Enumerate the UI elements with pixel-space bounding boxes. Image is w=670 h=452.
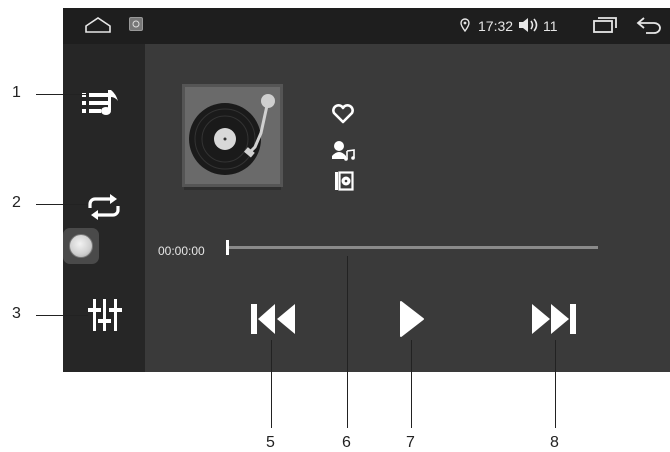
callout-2-line: [36, 204, 88, 205]
assistive-touch-button[interactable]: [63, 228, 99, 264]
callout-1: 1: [12, 84, 21, 101]
progress-track: [226, 246, 598, 249]
back-icon[interactable]: [636, 16, 662, 34]
progress-thumb[interactable]: [226, 240, 229, 255]
callout-8-line: [555, 340, 556, 428]
elapsed-time: 00:00:00: [158, 244, 205, 258]
recent-apps-icon[interactable]: [593, 17, 617, 33]
callout-1-line: [36, 94, 88, 95]
album-icon: [335, 171, 354, 191]
favorite-heart-icon[interactable]: [331, 104, 355, 124]
status-bar: 17:32 11: [63, 8, 670, 44]
callout-6: 6: [342, 434, 351, 451]
play-icon[interactable]: [399, 300, 425, 338]
callout-7: 7: [406, 434, 415, 451]
callout-2: 2: [12, 194, 21, 211]
volume-level: 11: [543, 18, 558, 34]
callout-6-line: [347, 256, 348, 428]
equalizer-icon[interactable]: [87, 297, 123, 333]
callout-5: 5: [266, 434, 275, 451]
head-unit-screen: 17:32 11 00:00:00: [63, 8, 670, 372]
playlist-icon[interactable]: [82, 90, 124, 118]
volume-icon[interactable]: [518, 16, 542, 34]
callout-5-line: [271, 340, 272, 428]
home-icon[interactable]: [85, 16, 111, 34]
previous-track-icon[interactable]: [251, 302, 295, 336]
clock: 17:32: [478, 18, 514, 34]
callout-8: 8: [550, 434, 559, 451]
assistive-touch-icon: [69, 234, 93, 258]
album-art: [182, 84, 283, 187]
progress-bar[interactable]: [226, 240, 598, 256]
callout-3: 3: [12, 305, 21, 322]
repeat-icon[interactable]: [86, 193, 122, 221]
player-panel: 00:00:00: [145, 44, 670, 372]
next-track-icon[interactable]: [532, 302, 576, 336]
vinyl-record-icon: [185, 87, 280, 184]
artist-icon: [332, 141, 355, 161]
callout-7-line: [411, 340, 412, 428]
app-icon[interactable]: [129, 17, 143, 31]
callout-3-line: [36, 315, 88, 316]
location-icon: [460, 18, 470, 32]
